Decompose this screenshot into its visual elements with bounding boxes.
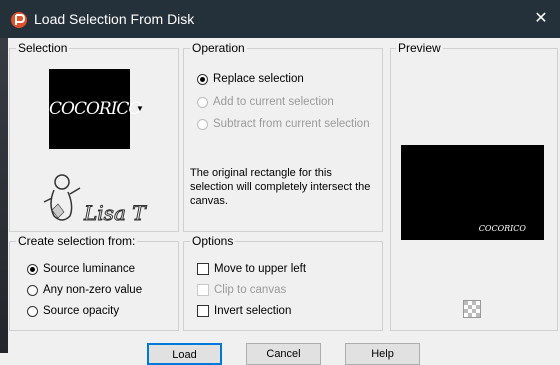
source-opacity-radio[interactable]: Source opacity [27,303,119,319]
selection-thumbnail[interactable]: COCORICO [49,69,142,149]
operation-group-title: Operation [190,41,247,55]
checkbox-indicator[interactable] [197,263,209,275]
replace-selection-radio[interactable]: Replace selection [197,71,304,87]
add-to-selection-radio[interactable]: Add to current selection [197,94,334,110]
background-strip [0,0,8,353]
create-from-group-title: Create selection from: [16,234,138,248]
preview-canvas: COCORICO [401,145,544,240]
options-group-title: Options [190,234,236,248]
move-to-upper-left-checkbox[interactable]: Move to upper left [197,261,306,277]
chevron-down-icon[interactable]: ▼ [136,104,144,113]
radio-indicator[interactable] [197,96,208,108]
checkbox-indicator[interactable] [197,305,209,317]
radio-indicator[interactable] [197,118,208,130]
preview-text: COCORICO [478,224,526,233]
radio-indicator[interactable] [27,305,38,317]
checkbox-label: Move to upper left [214,263,307,275]
checkbox-label: Invert selection [214,305,292,317]
any-non-zero-radio[interactable]: Any non-zero value [27,282,142,298]
checkbox-label: Clip to canvas [214,284,287,296]
close-icon[interactable]: ✕ [528,6,554,32]
preview-group-title: Preview [396,41,443,55]
radio-label: Subtract from current selection [213,118,370,130]
clip-to-canvas-checkbox[interactable]: Clip to canvas [197,282,286,298]
transparency-icon[interactable] [463,300,481,318]
checkbox-indicator[interactable] [197,284,209,296]
source-luminance-radio[interactable]: Source luminance [27,261,135,277]
radio-label: Any non-zero value [43,284,143,296]
window-title: Load Selection From Disk [34,11,195,27]
radio-label: Add to current selection [213,96,334,108]
help-button[interactable]: Help [345,343,420,365]
cancel-button[interactable]: Cancel [246,343,321,365]
radio-label: Source luminance [43,263,136,275]
radio-label: Replace selection [213,73,304,85]
radio-indicator[interactable] [197,73,208,85]
watermark-logo: Lisa T [43,174,148,226]
operation-description: The original rectangle for this selectio… [190,167,371,207]
subtract-from-selection-radio[interactable]: Subtract from current selection [197,116,370,132]
svg-text:Lisa T: Lisa T [83,201,147,225]
invert-selection-checkbox[interactable]: Invert selection [197,303,291,319]
thumbnail-text: COCORICO [49,99,142,119]
radio-label: Source opacity [43,305,120,317]
radio-indicator[interactable] [27,284,38,296]
selection-group-title: Selection [16,41,70,55]
app-icon [11,12,27,28]
load-button[interactable]: Load [147,343,222,365]
title-bar: Load Selection From Disk ✕ [0,0,560,38]
radio-indicator[interactable] [27,263,38,275]
